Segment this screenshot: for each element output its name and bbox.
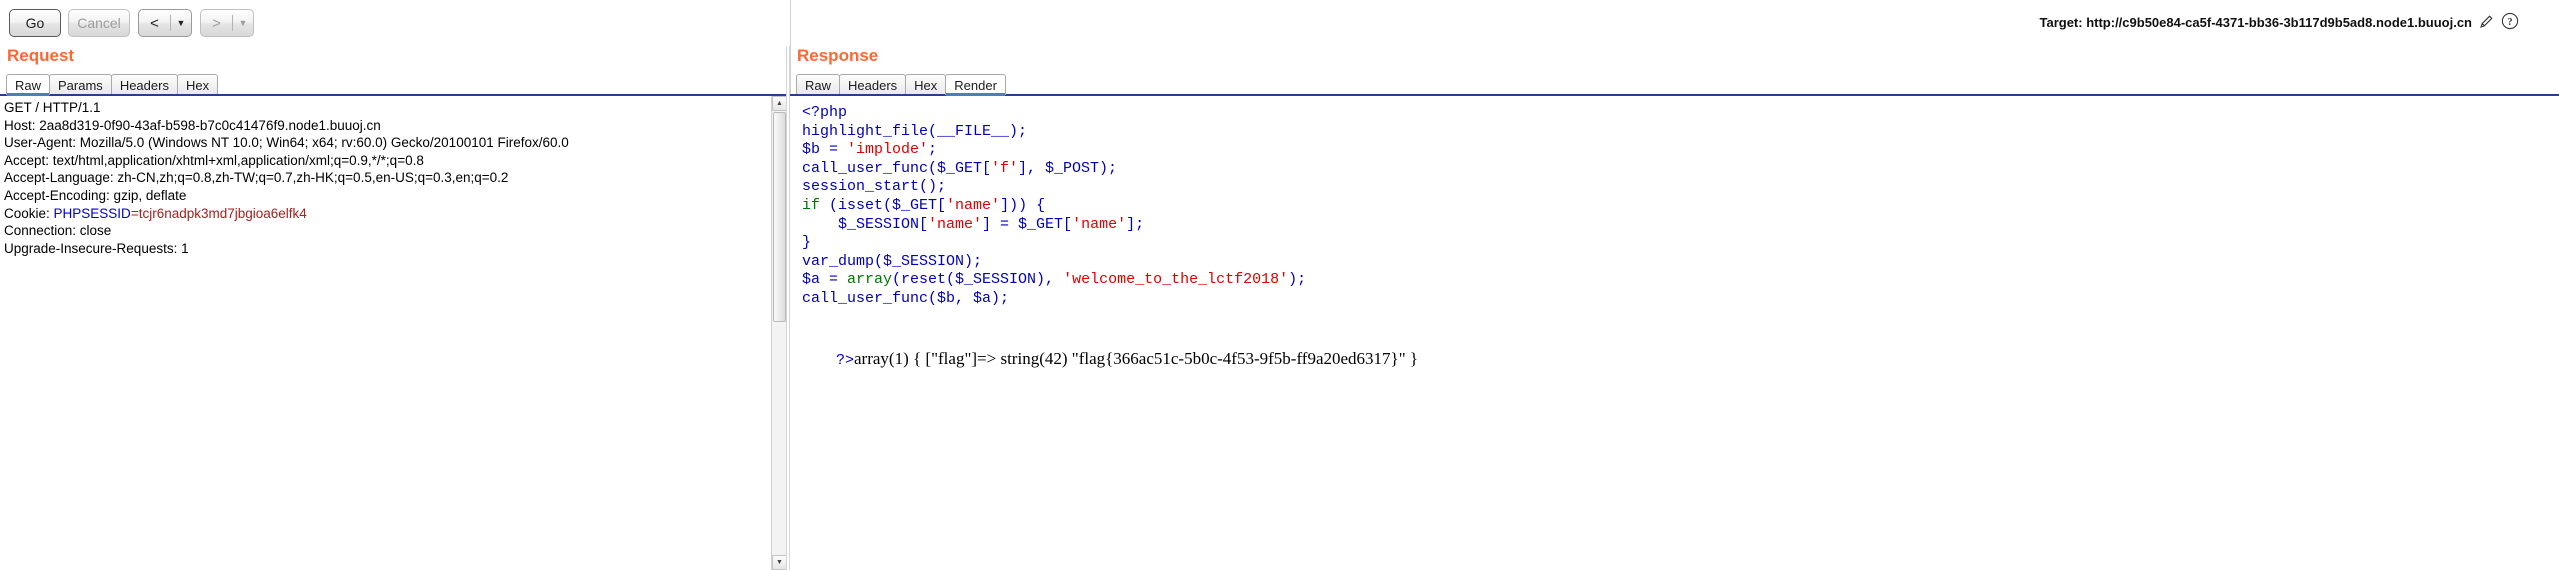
response-tabstrip: Raw Headers Hex Render [796,73,1006,96]
help-icon[interactable]: ? [2501,12,2519,33]
request-panel-title: Request [7,46,75,65]
php-code-line: call_user_func($_GET['f'], $_POST); [802,159,1118,177]
request-tabstrip: Raw Params Headers Hex [6,73,219,96]
tab-request-headers[interactable]: Headers [110,74,178,95]
scroll-down-icon[interactable]: ▼ [772,555,786,570]
chevron-down-icon[interactable]: ▼ [171,18,191,28]
target-label: Target: http://c9b50e84-ca5f-4371-bb36-3… [2039,15,2473,30]
request-header-line: GET / HTTP/1.1 [4,100,101,115]
request-scrollbar[interactable]: ▲ ▼ [771,96,786,570]
cookie-value: tcjr6nadpk3md7jbgioa6elfk4 [138,205,307,221]
response-panel: Response Raw Headers Hex Render <?php hig… [790,0,2559,570]
php-code-line: highlight_file(__FILE__); [802,122,1028,140]
tab-request-params[interactable]: Params [49,74,112,95]
tab-label: Headers [848,77,898,93]
tab-response-headers[interactable]: Headers [839,74,907,95]
request-panel: Request Raw Params Headers Hex GET / HTT… [0,46,786,570]
chevron-left-icon: < [150,14,159,32]
svg-text:?: ? [2508,17,2513,28]
repeater-toolbar: Go Cancel < ▼ > ▼ Target: http://c9b50e8… [0,0,2559,46]
request-header-line: Upgrade-Insecure-Requests: 1 [4,240,189,256]
php-close-tag: ?> [836,352,855,369]
tab-request-raw[interactable]: Raw [6,74,51,96]
request-editor[interactable]: GET / HTTP/1.1 Host: 2aa8d319-0f90-43af-b… [0,96,786,570]
tab-label: Hex [185,77,210,93]
php-code-line: if (isset($_GET['name'])) { [802,196,1046,214]
request-raw-text: GET / HTTP/1.1 Host: 2aa8d319-0f90-43af-b… [4,99,569,257]
php-code-line: session_start(); [802,178,947,196]
go-button-label: Go [25,15,45,31]
tab-label: Render [954,77,997,93]
tab-request-hex[interactable]: Hex [176,74,219,95]
chevron-right-icon: > [212,14,221,32]
target-bar: Target: http://c9b50e84-ca5f-4371-bb36-3… [2040,12,2520,33]
chevron-down-icon[interactable]: ▼ [233,18,253,28]
tab-response-hex[interactable]: Hex [905,74,947,95]
tab-label: Params [58,77,103,93]
tab-label: Headers [119,77,169,93]
php-code-line: <?php [802,104,848,121]
php-code-line: } [802,234,812,252]
request-header-line: Host: 2aa8d319-0f90-43af-b598-b7c0c41476… [4,117,381,133]
cookie-name: PHPSESSID [53,205,131,221]
scroll-up-icon[interactable]: ▲ [772,96,786,111]
php-code-line: var_dump($_SESSION); [802,252,983,270]
scroll-thumb[interactable] [773,112,786,322]
burp-repeater-window: Go Cancel < ▼ > ▼ Target: http://c9b50e8… [0,0,2559,570]
tab-label: Hex [914,77,938,93]
tab-response-render[interactable]: Render [945,74,1006,96]
request-header-line: Accept-Encoding: gzip, deflate [4,187,187,203]
tab-label: Raw [15,77,42,93]
tab-label: Raw [805,77,832,93]
request-header-line: Connection: close [4,223,112,239]
back-button[interactable]: < ▼ [138,9,192,37]
cancel-button[interactable]: Cancel [68,9,130,37]
cancel-button-label: Cancel [77,15,121,31]
response-panel-title: Response [797,46,879,65]
php-code-line: $_SESSION['name'] = $_GET['name']; [802,215,1145,233]
request-header-line: Accept: text/html,application/xhtml+xml,… [4,152,424,168]
php-code-line: $b = 'implode'; [802,141,938,159]
request-header-line: User-Agent: Mozilla/5.0 (Windows NT 10.0… [4,135,569,151]
go-button[interactable]: Go [9,9,61,37]
pencil-icon[interactable] [2478,13,2495,33]
var-dump-output: ?>array(1) { ["flag"]=> string(42) "flag… [802,329,1418,389]
php-source-code: <?php highlight_file(__FILE__); $b = 'impl… [802,104,1306,309]
tab-response-raw[interactable]: Raw [796,74,841,95]
php-code-line: $a = array(reset($_SESSION), 'welcome_to… [802,271,1307,289]
flag-output-text: array(1) { ["flag"]=> string(42) "flag{3… [854,349,1419,368]
php-code-line: call_user_func($b, $a); [802,289,1010,307]
forward-button[interactable]: > ▼ [200,9,254,37]
response-render-view[interactable]: <?php highlight_file(__FILE__); $b = 'impl… [790,96,2559,570]
request-header-line: Accept-Language: zh-CN,zh;q=0.8,zh-TW;q=… [4,170,509,186]
request-cookie-line: Cookie: PHPSESSID=tcjr6nadpk3md7jbgioa6e… [4,205,307,221]
